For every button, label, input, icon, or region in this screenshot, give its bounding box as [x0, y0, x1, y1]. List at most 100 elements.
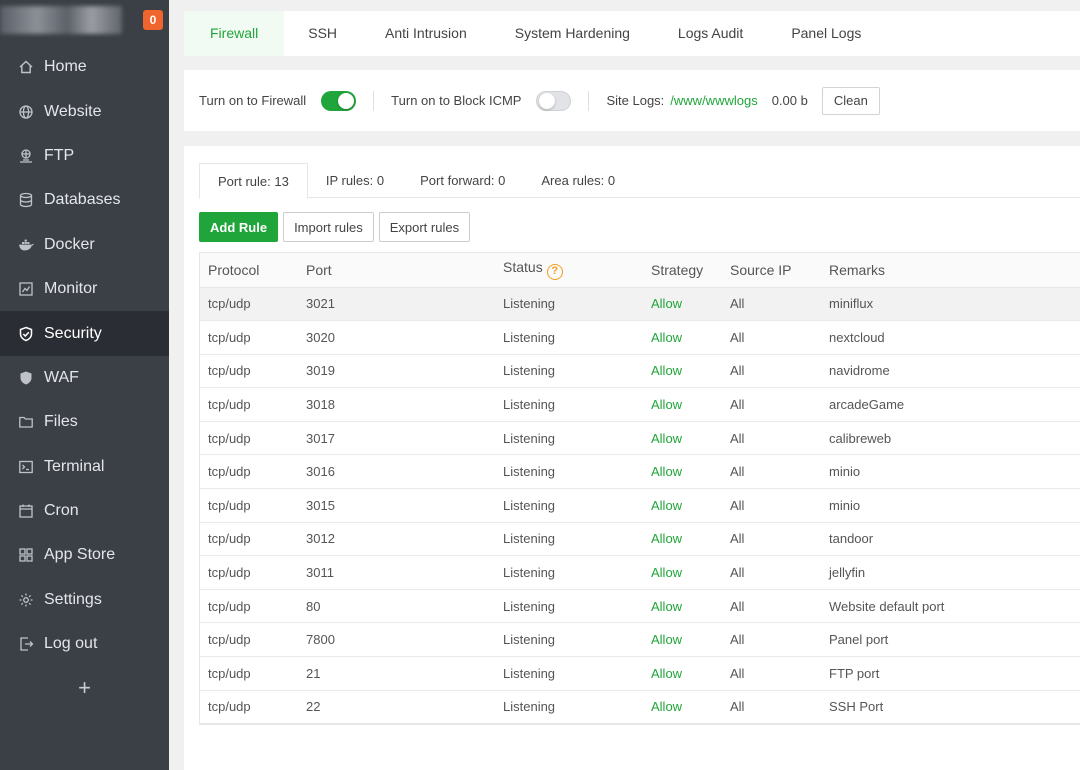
sidebar-item-terminal[interactable]: Terminal: [0, 445, 169, 489]
site-logs-path-link[interactable]: /www/wwwlogs: [670, 93, 757, 108]
sidebar-item-waf[interactable]: WAF: [0, 356, 169, 400]
protocol-cell: tcp/udp: [208, 296, 251, 312]
firewall-toggle[interactable]: [321, 90, 357, 111]
sidebar-item-cron[interactable]: Cron: [0, 489, 169, 533]
status-cell: Listening: [503, 329, 556, 345]
tab-ssh[interactable]: SSH: [284, 11, 361, 56]
tab-system-hardening[interactable]: System Hardening: [491, 11, 654, 56]
remarks-cell: calibreweb: [829, 430, 892, 446]
table-header-row: Protocol Port Status? Strategy Source IP…: [200, 253, 1080, 288]
gear-icon: [18, 592, 34, 608]
strategy-cell: Allow: [651, 598, 683, 614]
sidebar-item-home[interactable]: Home: [0, 45, 169, 89]
protocol-cell: tcp/udp: [208, 464, 251, 480]
table-row[interactable]: tcp/udp 3018 Listening Allow All arcadeGame: [200, 388, 1080, 422]
table-row[interactable]: tcp/udp 21 Listening Allow All FTP port: [200, 657, 1080, 691]
table-row[interactable]: tcp/udp 22 Listening Allow All SSH Port: [200, 690, 1080, 724]
home-icon: [18, 59, 34, 75]
remarks-cell: FTP port: [829, 665, 880, 681]
remarks-cell: nextcloud: [829, 329, 885, 345]
help-icon[interactable]: ?: [546, 264, 563, 281]
remarks-cell: minio: [829, 464, 861, 480]
source-ip-cell: All: [730, 665, 745, 681]
blurred-server-name: [0, 6, 122, 34]
sidebar-item-website[interactable]: Website: [0, 89, 169, 133]
subtab-port-forward[interactable]: Port forward: 0: [402, 163, 523, 198]
remarks-cell: navidrome: [829, 363, 890, 379]
protocol-cell: tcp/udp: [208, 565, 251, 581]
sidebar-item-monitor[interactable]: Monitor: [0, 267, 169, 311]
subtab-area-rules[interactable]: Area rules: 0: [523, 163, 633, 198]
strategy-cell: Allow: [651, 565, 683, 581]
shield-icon: [18, 326, 34, 342]
sidebar-item-label: Terminal: [44, 457, 105, 475]
sidebar-item-label: Settings: [44, 590, 102, 608]
table-row[interactable]: tcp/udp 3021 Listening Allow All miniflux: [200, 287, 1080, 321]
export-rules-button[interactable]: Export rules: [378, 212, 471, 242]
status-cell: Listening: [503, 430, 556, 446]
sidebar-item-ftp[interactable]: FTP: [0, 134, 169, 178]
protocol-cell: tcp/udp: [208, 531, 251, 547]
protocol-cell: tcp/udp: [208, 363, 251, 379]
strategy-cell: Allow: [651, 632, 683, 648]
strategy-cell: Allow: [651, 665, 683, 681]
tab-anti-intrusion[interactable]: Anti Intrusion: [361, 11, 491, 56]
source-ip-cell: All: [730, 329, 745, 345]
sidebar-item-security[interactable]: Security: [0, 311, 169, 356]
sidebar-item-label: Databases: [44, 191, 121, 209]
terminal-icon: [18, 459, 34, 475]
remarks-cell: Website default port: [829, 598, 945, 614]
add-rule-button[interactable]: Add Rule: [199, 212, 279, 242]
sidebar-header: 0: [0, 0, 169, 45]
rule-actions: Add Rule Import rules Export rules: [199, 212, 475, 242]
sidebar-item-files[interactable]: Files: [0, 400, 169, 444]
clean-logs-button[interactable]: Clean: [821, 86, 880, 115]
sidebar-item-label: Home: [44, 58, 87, 76]
icmp-toggle[interactable]: [536, 90, 572, 111]
sidebar-item-docker[interactable]: Docker: [0, 223, 169, 267]
header-remarks: Remarks: [821, 253, 1080, 288]
site-logs-label: Site Logs:: [606, 93, 665, 108]
port-cell: 80: [306, 598, 321, 614]
grid-icon: [18, 547, 34, 563]
table-row[interactable]: tcp/udp 3012 Listening Allow All tandoor: [200, 522, 1080, 556]
strategy-cell: Allow: [651, 430, 683, 446]
strategy-cell: Allow: [651, 464, 683, 480]
divider: [588, 90, 590, 111]
sidebar-add-button[interactable]: +: [0, 666, 169, 710]
table-row[interactable]: tcp/udp 80 Listening Allow All Website defaul…: [200, 589, 1080, 623]
table-row[interactable]: tcp/udp 3019 Listening Allow All navidrome: [200, 354, 1080, 388]
remarks-cell: arcadeGame: [829, 397, 905, 413]
import-rules-button[interactable]: Import rules: [283, 212, 374, 242]
subtab-ip-rules[interactable]: IP rules: 0: [308, 163, 402, 198]
source-ip-cell: All: [730, 565, 745, 581]
table-row[interactable]: tcp/udp 3020 Listening Allow All nextcloud: [200, 321, 1080, 355]
remarks-cell: tandoor: [829, 531, 874, 547]
subtab-port-rule[interactable]: Port rule: 13: [199, 163, 308, 199]
site-logs-size: 0.00 b: [771, 93, 808, 108]
protocol-cell: tcp/udp: [208, 497, 251, 513]
sidebar-item-label: Files: [44, 413, 78, 431]
tab-firewall[interactable]: Firewall: [184, 11, 285, 56]
monitor-icon: [18, 281, 34, 297]
table-row[interactable]: tcp/udp 3017 Listening Allow All calibreweb: [200, 421, 1080, 455]
rule-subtabs: Port rule: 13 IP rules: 0 Port forward: …: [199, 163, 1080, 199]
sidebar-item-app-store[interactable]: App Store: [0, 533, 169, 577]
notification-badge[interactable]: 0: [143, 10, 163, 30]
security-tab-bar: Firewall SSH Anti Intrusion System Harde…: [184, 11, 1080, 56]
tab-panel-logs[interactable]: Panel Logs: [767, 11, 885, 56]
table-row[interactable]: tcp/udp 7800 Listening Allow All Panel port: [200, 623, 1080, 657]
strategy-cell: Allow: [651, 531, 683, 547]
sidebar-item-logout[interactable]: Log out: [0, 622, 169, 666]
status-cell: Listening: [503, 363, 556, 379]
source-ip-cell: All: [730, 296, 745, 312]
firewall-controls: Turn on to Firewall Turn on to Block ICM…: [184, 70, 1080, 131]
table-row[interactable]: tcp/udp 3011 Listening Allow All jellyfin: [200, 556, 1080, 590]
table-row[interactable]: tcp/udp 3015 Listening Allow All minio: [200, 489, 1080, 523]
database-icon: [18, 192, 34, 208]
table-row[interactable]: tcp/udp 3016 Listening Allow All minio: [200, 455, 1080, 489]
logout-icon: [18, 636, 34, 652]
tab-logs-audit[interactable]: Logs Audit: [654, 11, 767, 56]
sidebar-item-databases[interactable]: Databases: [0, 178, 169, 222]
sidebar-item-settings[interactable]: Settings: [0, 578, 169, 622]
